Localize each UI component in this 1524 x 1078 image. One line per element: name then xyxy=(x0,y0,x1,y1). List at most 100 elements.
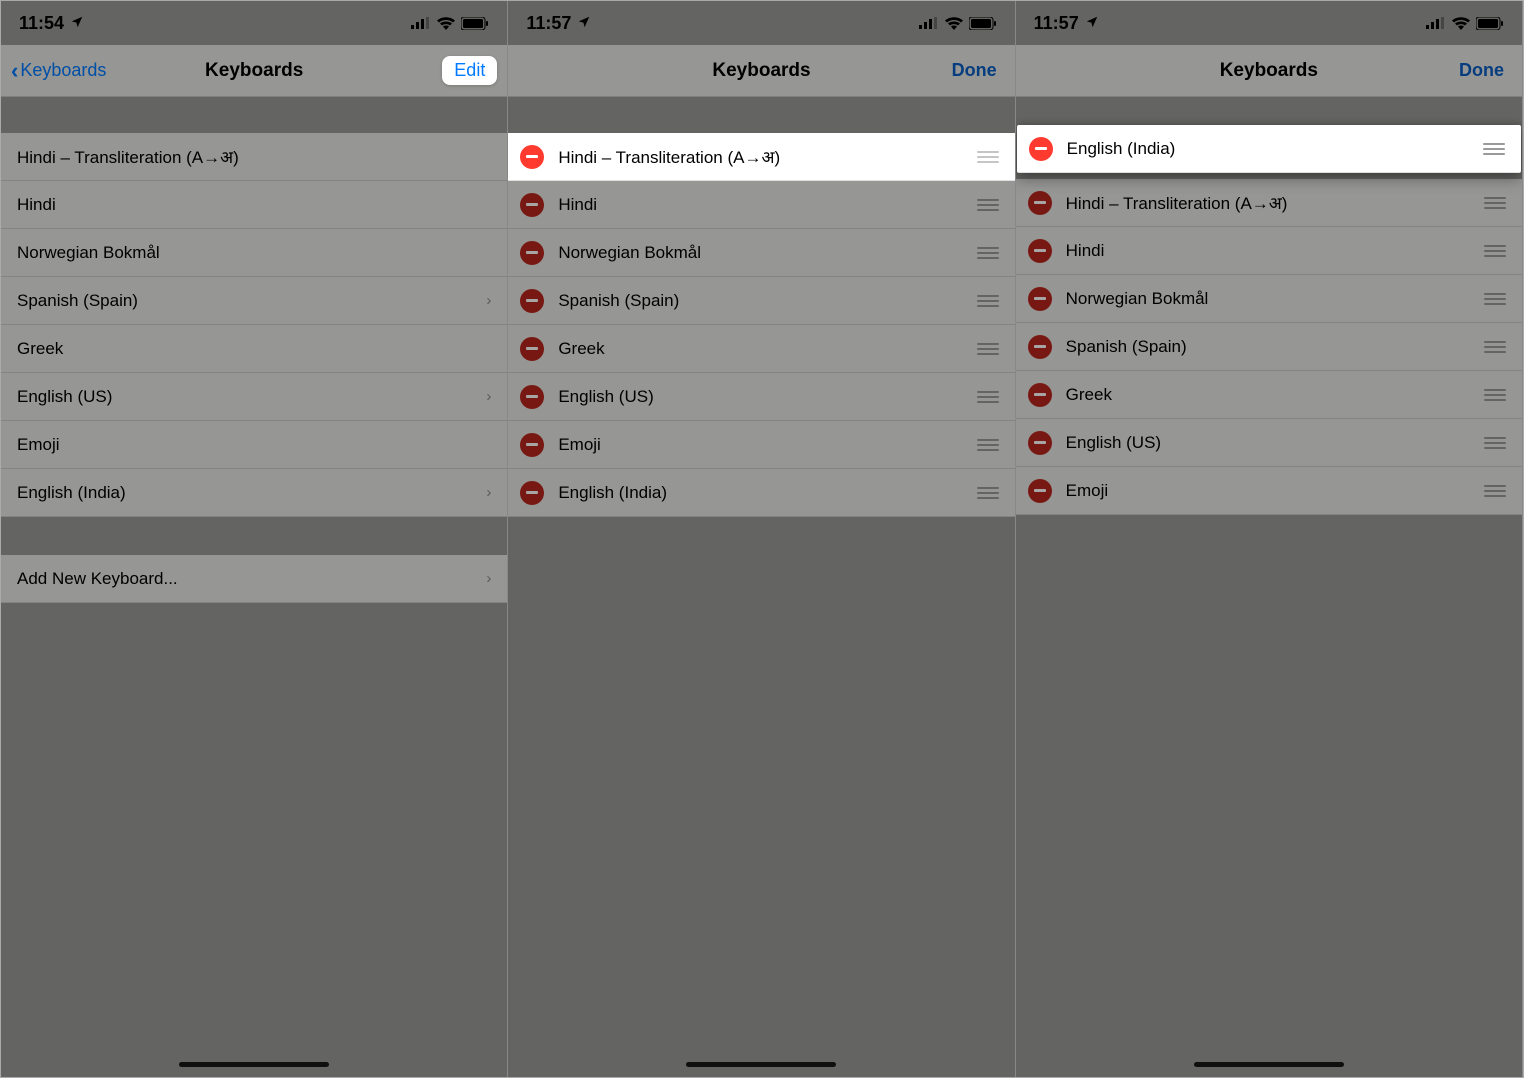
list-item[interactable]: Norwegian Bokmål xyxy=(508,229,1014,277)
status-time: 11:57 xyxy=(1034,13,1079,34)
status-bar: 11:57 xyxy=(508,1,1014,45)
wifi-icon xyxy=(437,17,455,30)
drag-handle-icon[interactable] xyxy=(977,343,999,355)
keyboard-list-edit: Hindi – Transliteration (A→अ) Hindi Norw… xyxy=(1016,179,1522,515)
delete-icon[interactable] xyxy=(520,241,544,265)
drag-handle-icon[interactable] xyxy=(977,199,999,211)
list-item[interactable]: Norwegian Bokmål xyxy=(1,229,507,277)
list-item[interactable]: Emoji xyxy=(1016,467,1522,515)
list-item[interactable]: Hindi xyxy=(508,181,1014,229)
drag-handle-icon[interactable] xyxy=(1484,293,1506,305)
delete-icon[interactable] xyxy=(520,337,544,361)
drag-handle-icon[interactable] xyxy=(1484,197,1506,209)
screen-keyboards-list: 11:54 ‹ Keyboards Keyboards Edit xyxy=(1,1,508,1077)
drag-handle-icon[interactable] xyxy=(1484,389,1506,401)
drag-handle-icon[interactable] xyxy=(1483,143,1505,155)
list-item[interactable]: Spanish (Spain) xyxy=(1016,323,1522,371)
delete-icon[interactable] xyxy=(520,289,544,313)
page-title: Keyboards xyxy=(1220,60,1318,82)
list-item[interactable]: English (US) xyxy=(1016,419,1522,467)
status-time: 11:57 xyxy=(526,13,571,34)
list-item[interactable]: English (India)› xyxy=(1,469,507,517)
battery-icon xyxy=(1476,17,1504,30)
content-area: Hindi – Transliteration (A→अ) Hindi Norw… xyxy=(508,97,1014,1077)
list-item-dragging[interactable]: English (India) xyxy=(1017,125,1521,173)
content-area: English (India) Hindi – Transliteration … xyxy=(1016,97,1522,1077)
nav-bar: ‹ Keyboards Keyboards Edit xyxy=(1,45,507,97)
home-indicator[interactable] xyxy=(686,1062,836,1067)
chevron-right-icon: › xyxy=(486,484,491,501)
status-bar: 11:57 xyxy=(1016,1,1522,45)
delete-icon[interactable] xyxy=(1028,383,1052,407)
list-item[interactable]: Spanish (Spain)› xyxy=(1,277,507,325)
drag-handle-icon[interactable] xyxy=(977,151,999,163)
drag-handle-icon[interactable] xyxy=(977,295,999,307)
drag-handle-icon[interactable] xyxy=(1484,485,1506,497)
list-item[interactable]: English (India) xyxy=(508,469,1014,517)
delete-icon[interactable] xyxy=(520,481,544,505)
add-new-keyboard[interactable]: Add New Keyboard...› xyxy=(1,555,507,603)
list-item[interactable]: Greek xyxy=(1016,371,1522,419)
delete-icon[interactable] xyxy=(1028,191,1052,215)
page-title: Keyboards xyxy=(205,60,303,82)
chevron-right-icon: › xyxy=(486,388,491,405)
list-item[interactable]: Greek xyxy=(1,325,507,373)
delete-icon[interactable] xyxy=(1029,137,1053,161)
list-item[interactable]: Hindi xyxy=(1,181,507,229)
list-item[interactable]: Greek xyxy=(508,325,1014,373)
cellular-icon xyxy=(411,17,431,29)
done-button[interactable]: Done xyxy=(944,56,1005,85)
status-bar: 11:54 xyxy=(1,1,507,45)
back-label: Keyboards xyxy=(20,60,106,81)
list-item[interactable]: Norwegian Bokmål xyxy=(1016,275,1522,323)
page-title: Keyboards xyxy=(712,60,810,82)
location-icon xyxy=(70,15,84,32)
delete-icon[interactable] xyxy=(520,433,544,457)
drag-handle-icon[interactable] xyxy=(977,487,999,499)
chevron-right-icon: › xyxy=(486,570,491,587)
screen-keyboards-edit: 11:57 Keyboards Done Hindi – Tra xyxy=(508,1,1015,1077)
delete-icon[interactable] xyxy=(1028,287,1052,311)
list-item[interactable]: Hindi xyxy=(1016,227,1522,275)
list-item[interactable]: Hindi – Transliteration (A→अ) xyxy=(508,133,1014,181)
drag-handle-icon[interactable] xyxy=(977,391,999,403)
nav-bar: Keyboards Done xyxy=(508,45,1014,97)
chevron-right-icon: › xyxy=(486,292,491,309)
wifi-icon xyxy=(1452,17,1470,30)
status-time: 11:54 xyxy=(19,13,64,34)
nav-bar: Keyboards Done xyxy=(1016,45,1522,97)
delete-icon[interactable] xyxy=(1028,239,1052,263)
list-item[interactable]: English (US)› xyxy=(1,373,507,421)
list-item[interactable]: Emoji xyxy=(1,421,507,469)
list-item[interactable]: Hindi – Transliteration (A→अ) xyxy=(1016,179,1522,227)
delete-icon[interactable] xyxy=(1028,479,1052,503)
drag-handle-icon[interactable] xyxy=(977,439,999,451)
chevron-left-icon: ‹ xyxy=(11,58,18,84)
delete-icon[interactable] xyxy=(520,145,544,169)
delete-icon[interactable] xyxy=(520,385,544,409)
battery-icon xyxy=(461,17,489,30)
drag-handle-icon[interactable] xyxy=(1484,341,1506,353)
list-item[interactable]: English (US) xyxy=(508,373,1014,421)
delete-icon[interactable] xyxy=(1028,431,1052,455)
delete-icon[interactable] xyxy=(1028,335,1052,359)
list-item[interactable]: Spanish (Spain) xyxy=(508,277,1014,325)
edit-button[interactable]: Edit xyxy=(442,56,497,85)
done-button[interactable]: Done xyxy=(1451,56,1512,85)
wifi-icon xyxy=(945,17,963,30)
keyboard-list: Hindi – Transliteration (A→अ) Hindi Norw… xyxy=(1,133,507,517)
battery-icon xyxy=(969,17,997,30)
cellular-icon xyxy=(1426,17,1446,29)
drag-handle-icon[interactable] xyxy=(977,247,999,259)
location-icon xyxy=(577,15,591,32)
location-icon xyxy=(1085,15,1099,32)
drag-handle-icon[interactable] xyxy=(1484,437,1506,449)
drag-handle-icon[interactable] xyxy=(1484,245,1506,257)
keyboard-list-edit: Hindi – Transliteration (A→अ) Hindi Norw… xyxy=(508,133,1014,517)
home-indicator[interactable] xyxy=(1194,1062,1344,1067)
home-indicator[interactable] xyxy=(179,1062,329,1067)
back-button[interactable]: ‹ Keyboards xyxy=(11,58,106,84)
delete-icon[interactable] xyxy=(520,193,544,217)
list-item[interactable]: Emoji xyxy=(508,421,1014,469)
list-item[interactable]: Hindi – Transliteration (A→अ) xyxy=(1,133,507,181)
